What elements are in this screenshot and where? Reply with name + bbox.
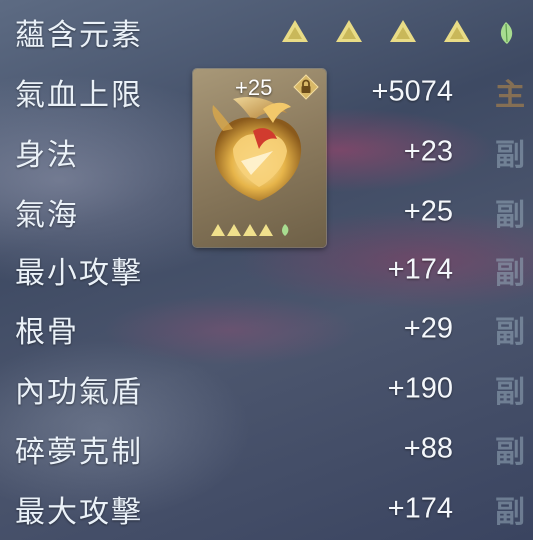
sub-stat-tag: 副 xyxy=(495,198,525,233)
green-leaf-icon xyxy=(495,20,517,46)
item-element-triangles xyxy=(211,223,291,237)
mini-triangle-icon xyxy=(211,224,225,236)
stat-label: 根骨 xyxy=(15,315,79,350)
item-level: +25 xyxy=(235,75,273,100)
gold-triangle-icon xyxy=(443,19,471,43)
stat-value: +174 xyxy=(387,492,453,525)
element-row: 蘊含元素 xyxy=(0,2,533,62)
stat-value: +29 xyxy=(403,312,453,345)
stat-value: +5074 xyxy=(371,75,453,108)
lock-icon[interactable] xyxy=(293,74,319,100)
golden-phoenix-item-icon xyxy=(212,96,302,201)
mini-triangle-icon xyxy=(259,224,273,236)
sub-stat-tag: 副 xyxy=(495,375,525,410)
stat-label: 最大攻擊 xyxy=(15,495,143,530)
sub-stat-tag: 副 xyxy=(495,256,525,291)
main-stat-tag: 主 xyxy=(495,78,525,113)
stat-label: 氣海 xyxy=(15,198,79,233)
sub-stat-tag: 副 xyxy=(495,315,525,350)
stat-label: 氣血上限 xyxy=(15,78,143,113)
stat-label: 內功氣盾 xyxy=(15,375,143,410)
stat-row: 根骨 +29 副 xyxy=(0,299,533,359)
sub-stat-tag: 副 xyxy=(495,435,525,470)
stat-row: 最小攻擊 +174 副 xyxy=(0,240,533,300)
stat-value: +190 xyxy=(387,372,453,405)
stat-row: 最大攻擊 +174 副 xyxy=(0,479,533,539)
gold-triangle-icon xyxy=(335,19,363,43)
gold-triangle-icon xyxy=(389,19,417,43)
stat-value: +88 xyxy=(403,432,453,465)
stat-row: 內功氣盾 +190 副 xyxy=(0,359,533,419)
item-card[interactable]: +25 xyxy=(193,69,326,247)
stat-label: 身法 xyxy=(15,138,79,173)
sub-stat-tag: 副 xyxy=(495,138,525,173)
element-triangles xyxy=(281,19,471,43)
stat-value: +25 xyxy=(403,195,453,228)
stat-label: 碎夢克制 xyxy=(15,435,143,470)
mini-triangle-icon xyxy=(227,224,241,236)
sub-stat-tag: 副 xyxy=(495,495,525,530)
stat-value: +174 xyxy=(387,253,453,286)
gold-triangle-icon xyxy=(281,19,309,43)
stat-value: +23 xyxy=(403,135,453,168)
stat-row: 碎夢克制 +88 副 xyxy=(0,419,533,479)
mini-leaf-icon xyxy=(282,224,289,236)
stat-label: 最小攻擊 xyxy=(15,256,143,291)
element-label: 蘊含元素 xyxy=(15,18,143,53)
mini-triangle-icon xyxy=(243,224,257,236)
